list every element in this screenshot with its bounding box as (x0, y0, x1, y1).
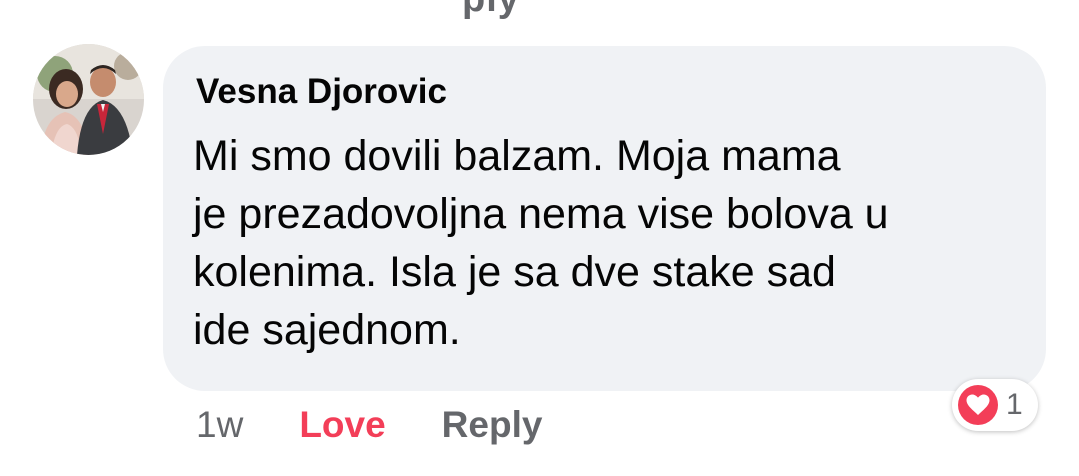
comment-actions: 1w Love Reply (196, 400, 542, 450)
comment-author-name[interactable]: Vesna Djorovic (196, 72, 447, 112)
love-reaction-button[interactable]: Love (299, 404, 385, 446)
avatar[interactable] (33, 44, 144, 155)
previous-reply-fragment: ply (462, 0, 520, 21)
reply-button[interactable]: Reply (442, 404, 543, 446)
reaction-summary[interactable]: 1 (952, 379, 1038, 431)
heart-icon (958, 385, 998, 425)
avatar-photo (33, 44, 144, 155)
comment-text-line: ide sajednom. (193, 306, 461, 354)
comment-text-line: kolenima. Isla je sa dve stake sad (193, 248, 836, 296)
comment-text-line: Mi smo dovili balzam. Moja mama (193, 132, 841, 180)
comment-text: Mi smo dovili balzam. Moja mama je preza… (193, 127, 1033, 359)
reaction-count: 1 (1006, 388, 1023, 421)
comment-text-line: je prezadovoljna nema vise bolova u (193, 190, 889, 238)
comment-timestamp[interactable]: 1w (196, 404, 243, 446)
